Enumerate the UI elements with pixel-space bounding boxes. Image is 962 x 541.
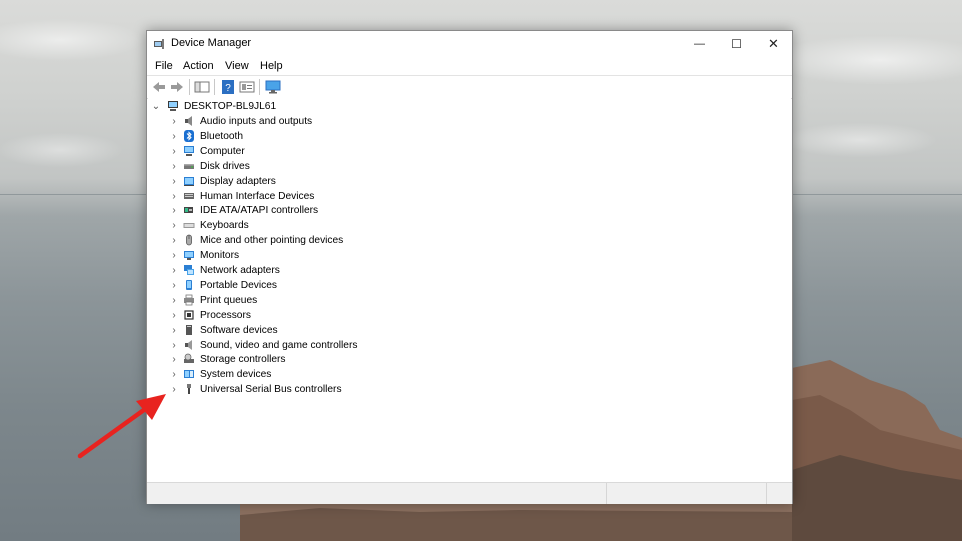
annotation-arrow — [77, 394, 166, 459]
